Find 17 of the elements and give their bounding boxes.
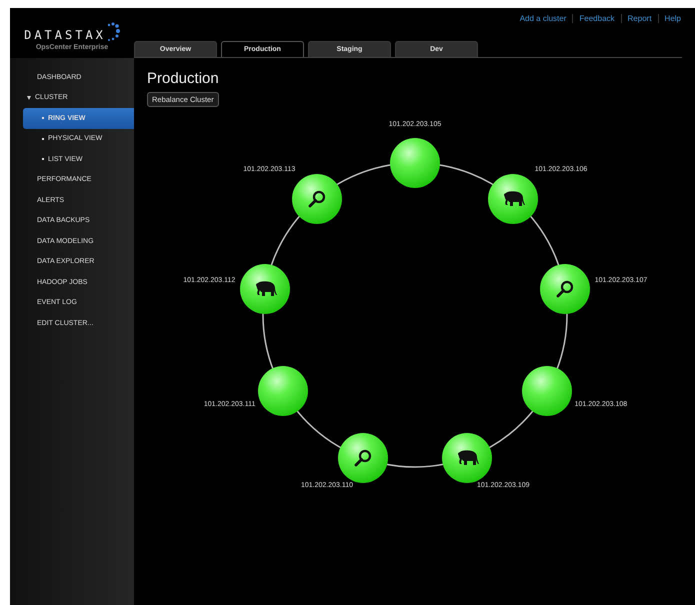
search-icon: [353, 448, 373, 468]
node-sphere[interactable]: [258, 366, 308, 416]
search-icon: [554, 278, 575, 299]
search-icon: [307, 188, 328, 209]
node-sphere[interactable]: [292, 174, 342, 224]
header-link[interactable]: Help: [658, 14, 687, 23]
node-sphere[interactable]: [390, 138, 440, 188]
header-link[interactable]: Add a cluster: [514, 14, 572, 23]
node-sphere[interactable]: [338, 432, 388, 483]
dots-icon: [106, 22, 120, 42]
logo-text: DATASTAX: [24, 28, 106, 42]
caret-icon: [27, 96, 31, 100]
node-sphere[interactable]: [488, 174, 538, 224]
header-link[interactable]: Report: [620, 14, 658, 23]
node-sphere[interactable]: [522, 366, 572, 416]
page-title: Production: [147, 70, 219, 87]
header-link[interactable]: Feedback: [572, 14, 621, 23]
